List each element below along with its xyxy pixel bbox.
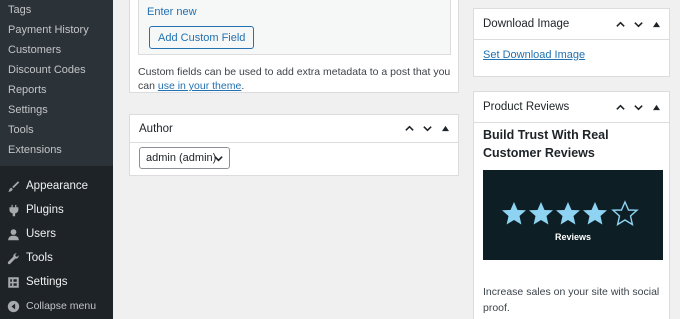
enter-new-link[interactable]: Enter new <box>147 6 197 18</box>
submenu-item-payment-history[interactable]: Payment History <box>8 24 89 36</box>
submenu-item-settings[interactable]: Settings <box>8 104 48 116</box>
menu-item-settings[interactable]: Settings <box>0 271 113 293</box>
collapse-arrow-icon <box>6 299 20 313</box>
custom-fields-table: Enter new Add Custom Field <box>138 0 451 55</box>
users-icon <box>6 227 20 241</box>
toggle-panel-icon[interactable] <box>647 15 665 33</box>
product-reviews-title: Product Reviews <box>483 101 570 113</box>
menu-item-plugins[interactable]: Plugins <box>0 199 113 221</box>
submenu-item-reports[interactable]: Reports <box>8 84 47 96</box>
move-up-icon[interactable] <box>400 120 418 138</box>
product-reviews-panel: Product Reviews Build Trust With Real Cu… <box>473 91 670 319</box>
download-image-panel: Download Image Set Download Image <box>473 8 670 77</box>
submenu-item-tools[interactable]: Tools <box>8 124 34 136</box>
plugin-icon <box>6 203 20 217</box>
star-icon <box>556 202 580 225</box>
use-in-theme-link[interactable]: use in your theme <box>158 80 241 92</box>
menu-item-label: Plugins <box>26 204 64 216</box>
submenu: Tags Payment History Customers Discount … <box>0 0 113 166</box>
wrench-icon <box>6 251 20 265</box>
custom-fields-help: Custom fields can be used to add extra m… <box>138 65 456 93</box>
star-half-icon <box>612 201 638 226</box>
rating-stars <box>502 201 638 226</box>
move-down-icon[interactable] <box>418 120 436 138</box>
reviews-description: Increase sales on your site with social … <box>483 286 660 314</box>
toggle-panel-icon[interactable] <box>436 120 454 138</box>
submenu-item-discount-codes[interactable]: Discount Codes <box>8 64 86 76</box>
banner-caption: Reviews <box>554 232 592 242</box>
author-select[interactable]: admin (admin) <box>139 147 230 169</box>
author-select-value: admin (admin) <box>146 152 217 164</box>
submenu-item-customers[interactable]: Customers <box>8 44 61 56</box>
menu-item-tools[interactable]: Tools <box>0 247 113 269</box>
submenu-item-extensions[interactable]: Extensions <box>8 144 62 156</box>
menu-item-users[interactable]: Users <box>0 223 113 245</box>
star-icon <box>583 202 607 225</box>
author-panel-title: Author <box>139 122 173 135</box>
download-image-title: Download Image <box>483 18 570 30</box>
star-icon <box>502 202 526 225</box>
download-image-header: Download Image <box>474 9 669 40</box>
set-download-image-link[interactable]: Set Download Image <box>483 49 585 61</box>
menu-item-label: Users <box>26 228 57 240</box>
star-icon <box>529 202 553 225</box>
move-up-icon[interactable] <box>611 98 629 116</box>
custom-fields-panel: Enter new Add Custom Field Custom fields… <box>129 0 459 93</box>
menu-item-appearance[interactable]: Appearance <box>0 175 113 197</box>
menu-item-label: Tools <box>26 252 53 264</box>
paintbrush-icon <box>6 179 20 193</box>
move-up-icon[interactable] <box>611 15 629 33</box>
settings-icon <box>6 275 20 289</box>
submenu-item-tags[interactable]: Tags <box>8 4 31 16</box>
collapse-menu-label: Collapse menu <box>26 300 97 312</box>
move-down-icon[interactable] <box>629 98 647 116</box>
reviews-banner-image: Reviews <box>483 170 663 260</box>
help-text-end: . <box>241 80 245 92</box>
add-custom-field-button[interactable]: Add Custom Field <box>149 26 255 49</box>
menu-item-label: Appearance <box>26 180 89 192</box>
collapse-menu-button[interactable]: Collapse menu <box>0 295 113 317</box>
reviews-heading: Build Trust With Real Customer Reviews <box>483 128 609 160</box>
toggle-panel-icon[interactable] <box>647 98 665 116</box>
author-panel-header: Author <box>130 115 458 143</box>
admin-sidebar: Tags Payment History Customers Discount … <box>0 0 113 319</box>
menu-item-label: Settings <box>26 276 68 288</box>
product-reviews-header: Product Reviews <box>474 92 669 123</box>
move-down-icon[interactable] <box>629 15 647 33</box>
author-panel: Author admin (admin) <box>129 114 459 176</box>
chevron-down-icon <box>214 156 223 162</box>
